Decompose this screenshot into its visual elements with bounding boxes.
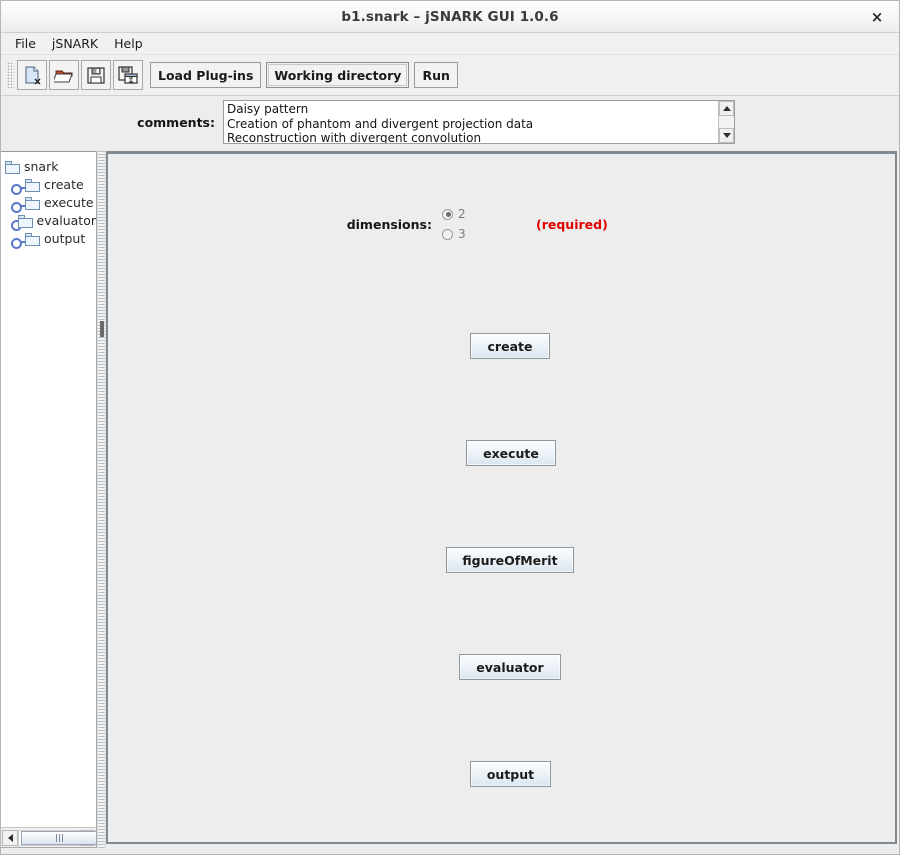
comments-label: comments: bbox=[137, 115, 215, 130]
scroll-thumb[interactable] bbox=[21, 830, 97, 845]
tree-item-label: create bbox=[44, 177, 84, 192]
comments-scrollbar[interactable] bbox=[718, 101, 734, 143]
dimensions-row: dimensions: 2 3 (required) bbox=[108, 204, 895, 244]
new-file-button[interactable] bbox=[17, 60, 47, 90]
title-bar: b1.snark – jSNARK GUI 1.0.6 × bbox=[1, 1, 899, 33]
tree-item-execute[interactable]: execute bbox=[5, 194, 96, 213]
expand-toggle-icon[interactable] bbox=[11, 178, 25, 195]
application-window: b1.snark – jSNARK GUI 1.0.6 × File jSNAR… bbox=[0, 0, 900, 855]
toolbar: Load Plug-ins Working directory Run bbox=[1, 55, 899, 96]
tree-item-snark[interactable]: snark bbox=[5, 158, 96, 176]
save-button[interactable] bbox=[81, 60, 111, 90]
evaluator-button[interactable]: evaluator bbox=[459, 654, 561, 680]
new-file-icon bbox=[25, 66, 41, 85]
sidebar-horizontal-scrollbar[interactable] bbox=[1, 827, 97, 847]
radio-dimensions-2[interactable]: 2 bbox=[442, 204, 514, 224]
output-button[interactable]: output bbox=[470, 761, 551, 787]
radio-label: 2 bbox=[458, 207, 466, 221]
folder-icon bbox=[25, 196, 40, 210]
radio-label: 3 bbox=[458, 227, 466, 241]
scroll-up-icon[interactable] bbox=[719, 101, 734, 116]
project-tree: snark create execute evaluator output bbox=[1, 152, 96, 827]
tree-item-label: evaluator bbox=[36, 213, 97, 228]
dimensions-radio-group: 2 3 bbox=[442, 204, 514, 244]
menu-file[interactable]: File bbox=[7, 34, 44, 53]
split-pane-divider[interactable] bbox=[97, 151, 106, 848]
toolbar-drag-handle[interactable] bbox=[7, 62, 14, 88]
tree-item-label: snark bbox=[24, 159, 59, 174]
run-button[interactable]: Run bbox=[414, 62, 458, 88]
tree-item-evaluator[interactable]: evaluator bbox=[5, 212, 97, 231]
tree-item-create[interactable]: create bbox=[5, 176, 96, 195]
save-as-button[interactable] bbox=[113, 60, 143, 90]
dimensions-label: dimensions: bbox=[346, 216, 432, 232]
open-folder-icon bbox=[54, 70, 73, 83]
comments-field[interactable]: Daisy pattern Creation of phantom and di… bbox=[223, 100, 735, 144]
tree-item-output[interactable]: output bbox=[5, 230, 96, 249]
tree-item-label: output bbox=[44, 231, 86, 246]
menu-help[interactable]: Help bbox=[106, 34, 151, 53]
comments-row: comments: Daisy pattern Creation of phan… bbox=[1, 96, 899, 151]
execute-button[interactable]: execute bbox=[466, 440, 556, 466]
working-directory-button[interactable]: Working directory bbox=[266, 62, 410, 88]
save-as-icon bbox=[118, 66, 138, 84]
radio-icon[interactable] bbox=[442, 208, 453, 220]
scroll-left-icon[interactable] bbox=[2, 829, 18, 846]
save-icon bbox=[87, 67, 105, 84]
tree-item-label: execute bbox=[44, 195, 94, 210]
menu-jsnark[interactable]: jSNARK bbox=[44, 34, 106, 53]
folder-icon bbox=[17, 214, 33, 228]
window-title: b1.snark – jSNARK GUI 1.0.6 bbox=[341, 8, 559, 25]
expand-toggle-icon[interactable] bbox=[11, 196, 25, 213]
close-icon[interactable]: × bbox=[863, 1, 891, 32]
sidebar: snark create execute evaluator output bbox=[1, 151, 97, 848]
scroll-track[interactable] bbox=[18, 829, 97, 846]
folder-icon bbox=[25, 232, 40, 246]
body-area: snark create execute evaluator output di… bbox=[1, 151, 899, 848]
comments-text[interactable]: Daisy pattern Creation of phantom and di… bbox=[224, 101, 718, 143]
radio-icon[interactable] bbox=[442, 228, 453, 240]
required-note: (required) bbox=[536, 216, 608, 232]
scroll-down-icon[interactable] bbox=[719, 128, 734, 143]
create-button[interactable]: create bbox=[470, 333, 550, 359]
folder-icon bbox=[5, 160, 20, 174]
open-file-button[interactable] bbox=[49, 60, 79, 90]
folder-icon bbox=[25, 178, 40, 192]
figure-of-merit-button[interactable]: figureOfMerit bbox=[446, 547, 574, 573]
expand-toggle-icon[interactable] bbox=[11, 232, 25, 249]
main-panel: dimensions: 2 3 (required) create execut… bbox=[106, 151, 897, 844]
load-plugins-button[interactable]: Load Plug-ins bbox=[150, 62, 262, 88]
radio-dimensions-3[interactable]: 3 bbox=[442, 224, 514, 244]
menu-bar: File jSNARK Help bbox=[1, 33, 899, 55]
